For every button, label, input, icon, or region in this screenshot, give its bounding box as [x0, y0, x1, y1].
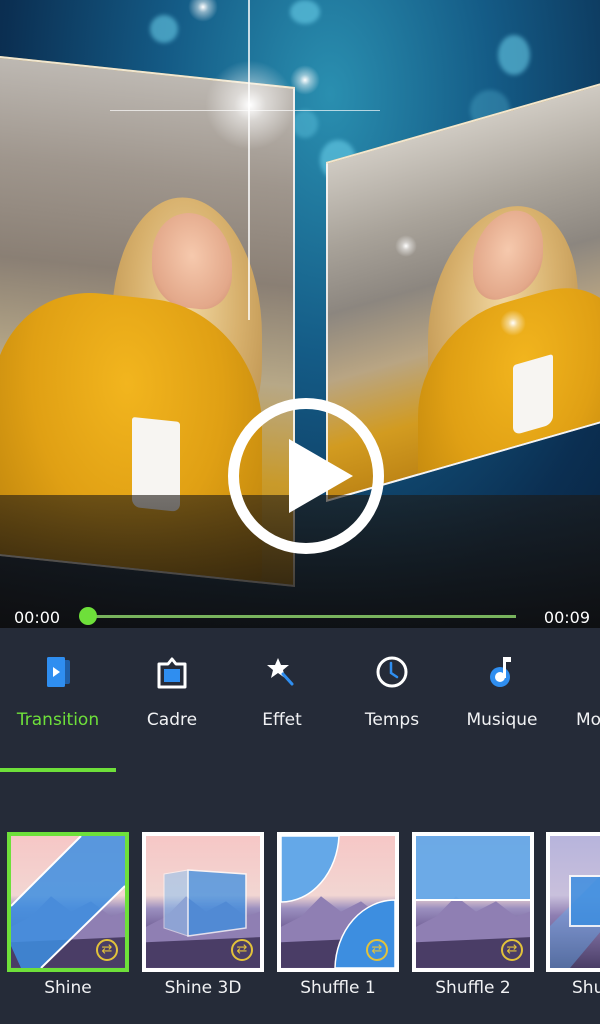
bokeh-light — [290, 0, 320, 24]
tool-time[interactable]: Temps — [334, 642, 450, 772]
tool-label: Musique — [466, 710, 538, 730]
tool-label: Effet — [262, 710, 302, 730]
seek-bar: 00:00 00:09 — [0, 600, 600, 634]
coffee-cup — [513, 353, 553, 436]
transition-icon — [47, 657, 70, 687]
sparkle-glow — [500, 310, 526, 336]
play-button[interactable] — [228, 398, 384, 554]
editor-toolbar: Transition Cadre Effet Temps Musique Mo — [0, 642, 600, 774]
sparkle-glow — [188, 0, 218, 22]
shuffle-icon: ⇄ — [96, 939, 118, 961]
transition-list: ⇄ Shine ⇄ Shine 3D ⇄ Shuffle 1 ⇄ Shuffle… — [0, 832, 600, 1012]
transition-thumbnail — [546, 832, 600, 972]
tool-frame[interactable]: Cadre — [114, 642, 230, 772]
frame-icon — [157, 657, 187, 689]
total-time: 00:09 — [543, 608, 590, 627]
shuffle-icon: ⇄ — [501, 939, 523, 961]
transition-label: Shuffle 2 — [435, 978, 511, 998]
tool-more[interactable]: Mo — [554, 642, 600, 772]
active-tab-indicator — [0, 768, 116, 772]
shuffle-box — [550, 875, 600, 968]
magic-wand-icon — [267, 658, 294, 686]
video-editor-screen: 00:00 00:09 Transition Cadre Effet Temps… — [0, 0, 600, 1024]
transition-shuffle-1[interactable]: ⇄ Shuffle 1 — [277, 832, 399, 998]
transition-shuffle-2[interactable]: ⇄ Shuffle 2 — [412, 832, 534, 998]
transition-shine[interactable]: ⇄ Shine — [7, 832, 129, 998]
current-time: 00:00 — [14, 608, 61, 627]
transition-shine-3d[interactable]: ⇄ Shine 3D — [142, 832, 264, 998]
tool-label: Temps — [364, 710, 420, 730]
sparkle-glow — [395, 235, 417, 257]
seek-track[interactable] — [88, 615, 516, 618]
music-note-icon — [490, 657, 511, 687]
play-icon — [289, 439, 353, 513]
tool-transition[interactable]: Transition — [0, 642, 116, 772]
tool-music[interactable]: Musique — [444, 642, 560, 772]
bokeh-light — [292, 110, 318, 138]
transition-thumbnail: ⇄ — [7, 832, 129, 972]
sparkle-ray — [248, 0, 250, 320]
tool-label: Mo — [576, 710, 600, 730]
sparkle-glow — [205, 60, 295, 150]
clock-icon — [376, 656, 408, 688]
transition-thumbnail: ⇄ — [142, 832, 264, 972]
transition-label: Shuffle 1 — [300, 978, 376, 998]
sparkle-ray — [110, 110, 380, 111]
sparkle-glow — [290, 65, 320, 95]
video-preview[interactable] — [0, 0, 600, 628]
shuffle-icon: ⇄ — [366, 939, 388, 961]
tool-label: Transition — [16, 710, 100, 730]
tool-label: Cadre — [146, 710, 198, 730]
transition-label: Shine — [44, 978, 92, 998]
shuffle-icon: ⇄ — [231, 939, 253, 961]
transition-thumbnail: ⇄ — [412, 832, 534, 972]
transition-label: Shu — [572, 978, 600, 998]
bokeh-light — [498, 35, 530, 75]
bokeh-light — [150, 15, 178, 43]
seek-thumb[interactable] — [79, 607, 97, 625]
tool-effect[interactable]: Effet — [224, 642, 340, 772]
transition-thumbnail: ⇄ — [277, 832, 399, 972]
transition-shuffle-3[interactable]: Shu — [546, 832, 600, 998]
transition-label: Shine 3D — [164, 978, 242, 998]
